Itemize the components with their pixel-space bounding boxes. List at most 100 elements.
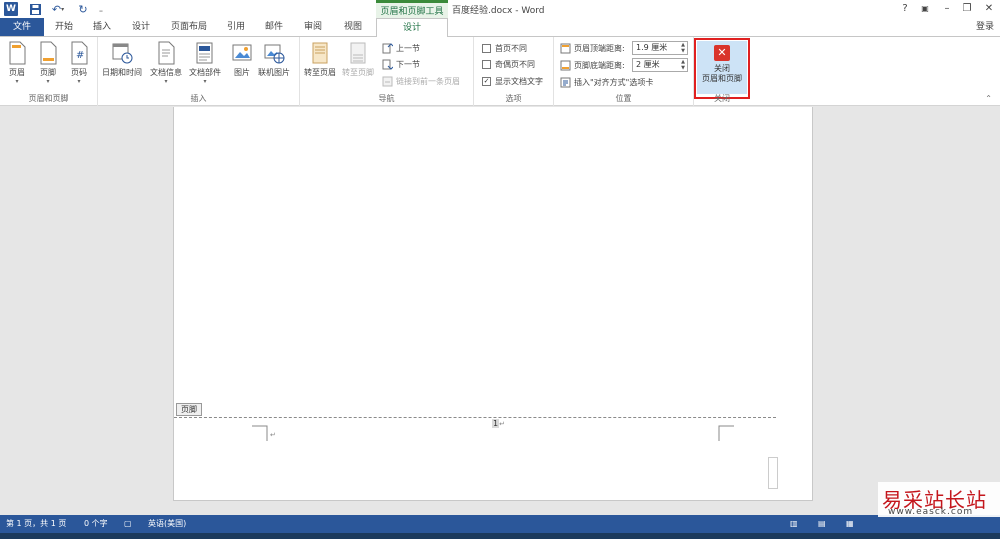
paragraph-mark: ↵: [270, 431, 276, 439]
close-header-footer-button[interactable]: ✕ 关闭 页眉和页脚: [697, 41, 747, 94]
ribbon-display-options-icon[interactable]: ▣: [918, 2, 932, 16]
close-x-icon: ✕: [714, 45, 730, 61]
group-options: 首页不同 奇偶页不同 ✓ 显示文档文字 选项: [474, 37, 554, 106]
header-top-distance-input[interactable]: 1.9 厘米 ▲ ▼: [632, 41, 688, 55]
word-count-status[interactable]: 0 个字: [84, 515, 108, 533]
show-document-text-checkbox[interactable]: ✓ 显示文档文字: [482, 74, 543, 88]
alignment-tab-icon: [560, 77, 571, 88]
checkbox-box: [482, 43, 491, 53]
insert-alignment-tab-button[interactable]: 插入"对齐方式"选项卡: [560, 75, 653, 89]
footer-icon: [37, 41, 59, 65]
read-mode-icon[interactable]: ▥: [790, 515, 798, 533]
web-layout-icon[interactable]: ▦: [846, 515, 854, 533]
group-insert: 日期和时间 文档信息 ▾ 文档部件 ▾ 图片 联机图片 插入: [98, 37, 300, 106]
ribbon: 页眉 ▾ 页脚 ▾ # 页码 ▾ 页眉和页脚 日期和时间 文档信息 ▾ 文档部件…: [0, 36, 1000, 106]
page-count-status[interactable]: 第 1 页，共 1 页: [6, 515, 66, 533]
group-header-footer: 页眉 ▾ 页脚 ▾ # 页码 ▾ 页眉和页脚: [0, 37, 98, 106]
help-button[interactable]: ?: [898, 2, 912, 16]
group-navigation: 转至页眉 转至页脚 上一节 下一节 链接到前一条页眉 导航: [300, 37, 474, 106]
previous-section-icon: [382, 42, 394, 54]
restore-button[interactable]: ❐: [960, 2, 974, 16]
header-top-distance-label: 页眉顶端距离:: [560, 41, 625, 55]
undo-icon[interactable]: ↶ ▾: [48, 2, 68, 16]
os-taskbar: [0, 533, 1000, 539]
picture-icon: [231, 41, 253, 65]
quick-parts-button[interactable]: 文档部件 ▾: [189, 41, 221, 86]
tab-file[interactable]: 文件: [0, 18, 44, 36]
minimize-button[interactable]: –: [940, 2, 954, 16]
spinner-arrows-icon[interactable]: ▲ ▼: [681, 42, 685, 54]
proofing-icon[interactable]: ▢: [124, 515, 132, 533]
page-edge-marker: [768, 457, 778, 489]
different-first-page-checkbox[interactable]: 首页不同: [482, 41, 527, 55]
tab-header-footer-design[interactable]: 设计: [376, 18, 448, 37]
checkbox-box: [482, 59, 491, 69]
footer-label-tag: 页脚: [176, 403, 202, 416]
footer-bottom-distance-label: 页脚底端距离:: [560, 58, 625, 72]
group-position: 页眉顶端距离: 1.9 厘米 ▲ ▼ 页脚底端距离: 2 厘米 ▲ ▼ 插入"对齐方…: [554, 37, 694, 106]
tab-design-main[interactable]: 设计: [126, 18, 156, 36]
header-distance-icon: [560, 43, 571, 54]
tab-home[interactable]: 开始: [50, 18, 78, 36]
document-info-button[interactable]: 文档信息 ▾: [150, 41, 182, 86]
tab-mailings[interactable]: 邮件: [260, 18, 288, 36]
group-label: 位置: [615, 94, 632, 103]
document-page[interactable]: 页脚 ↵ 1↵: [173, 107, 813, 501]
chevron-down-icon: ▾: [164, 78, 168, 85]
date-time-button[interactable]: 日期和时间: [102, 41, 142, 78]
online-picture-button[interactable]: 联机图片: [258, 41, 290, 78]
document-title: 百度经验.docx - Word: [452, 6, 545, 16]
print-layout-icon[interactable]: ▤: [818, 515, 826, 533]
next-section-icon: [382, 59, 394, 70]
group-label: 关闭: [714, 94, 730, 103]
header-button[interactable]: 页眉 ▾: [6, 41, 28, 86]
document-info-icon: [155, 41, 177, 65]
goto-header-button[interactable]: 转至页眉: [304, 41, 336, 78]
goto-footer-icon: [347, 41, 369, 65]
previous-section-button[interactable]: 上一节: [382, 41, 420, 55]
tab-references[interactable]: 引用: [222, 18, 250, 36]
close-window-button[interactable]: ✕: [982, 2, 996, 16]
word-logo-icon: W: [4, 2, 18, 16]
quick-parts-icon: [194, 41, 216, 65]
footer-distance-icon: [560, 60, 571, 71]
tab-review[interactable]: 审阅: [298, 18, 328, 36]
margin-corner-left-icon: [252, 425, 268, 441]
save-icon[interactable]: [28, 2, 42, 16]
goto-header-icon: [309, 41, 331, 65]
customize-quick-access-icon[interactable]: ₌: [96, 2, 106, 16]
checkmark-icon: ✓: [482, 76, 491, 86]
margin-corner-right-icon: [718, 425, 734, 441]
page-number-button[interactable]: # 页码 ▾: [68, 41, 90, 86]
sign-in-link[interactable]: 登录: [976, 18, 994, 36]
link-to-previous-button[interactable]: 链接到前一条页眉: [382, 74, 460, 88]
header-icon: [6, 41, 28, 65]
group-label: 选项: [505, 94, 522, 103]
picture-button[interactable]: 图片: [231, 41, 253, 78]
tab-page-layout[interactable]: 页面布局: [166, 18, 212, 36]
calendar-clock-icon: [111, 41, 133, 65]
chevron-down-icon: ▾: [15, 78, 19, 85]
footer-button[interactable]: 页脚 ▾: [37, 41, 59, 86]
spinner-arrows-icon[interactable]: ▲ ▼: [681, 59, 685, 71]
tab-insert[interactable]: 插入: [88, 18, 116, 36]
document-workspace: 页脚 ↵ 1↵: [0, 107, 1000, 515]
collapse-ribbon-icon[interactable]: ⌃: [985, 94, 992, 103]
group-label: 导航: [378, 94, 395, 103]
goto-footer-button[interactable]: 转至页脚: [342, 41, 374, 78]
footer-page-number[interactable]: 1↵: [492, 419, 505, 428]
page-number-icon: #: [68, 41, 90, 65]
tab-view[interactable]: 视图: [338, 18, 368, 36]
title-bar: W ↶ ▾ ↻ ₌ 页眉和页脚工具 百度经验.docx - Word ? ▣ – …: [0, 0, 1000, 18]
group-close: ✕ 关闭 页眉和页脚 关闭: [694, 37, 750, 106]
different-odd-even-checkbox[interactable]: 奇偶页不同: [482, 57, 535, 71]
group-label: 页眉和页脚: [28, 94, 69, 103]
chevron-down-icon: ▾: [77, 78, 81, 85]
redo-icon[interactable]: ↻: [76, 2, 90, 16]
next-section-button[interactable]: 下一节: [382, 57, 420, 71]
footer-bottom-distance-input[interactable]: 2 厘米 ▲ ▼: [632, 58, 688, 72]
online-picture-icon: [263, 41, 285, 65]
group-label: 插入: [190, 94, 207, 103]
language-status[interactable]: 英语(美国): [148, 515, 186, 533]
link-icon: [382, 76, 393, 87]
